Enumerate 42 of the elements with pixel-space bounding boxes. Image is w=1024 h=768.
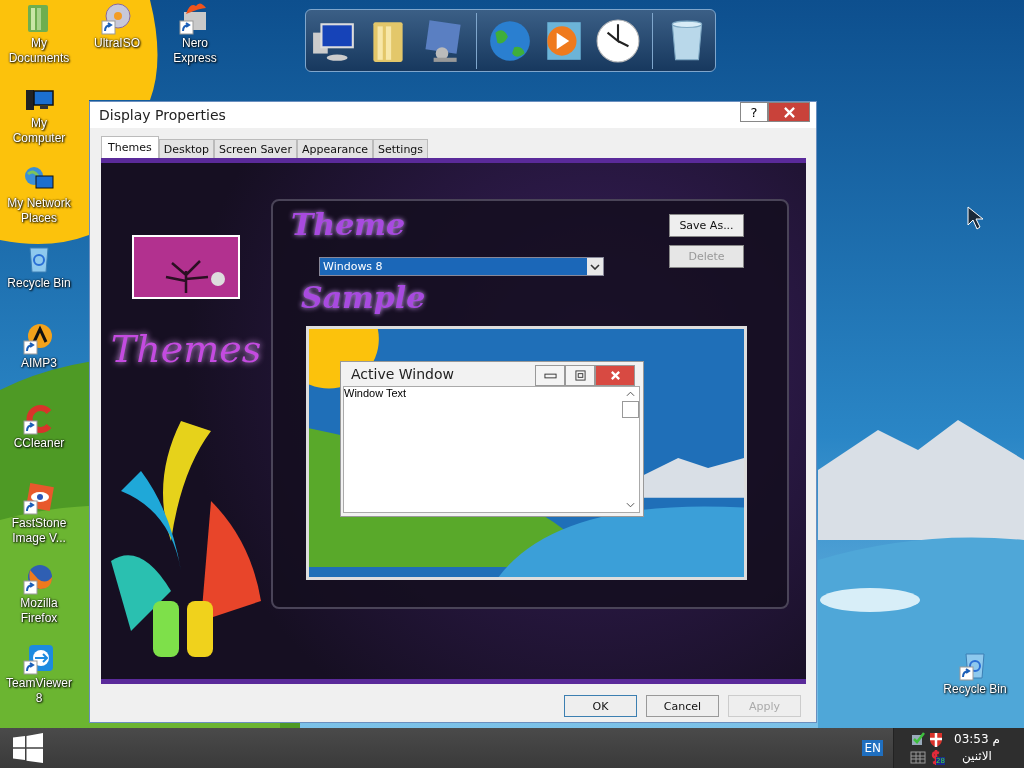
maximize-button[interactable] [565,365,595,386]
tab[interactable]: Screen Saver [214,139,297,158]
shield-icon[interactable] [928,731,944,747]
windows-logo-icon[interactable] [13,733,43,763]
tab[interactable]: Settings [372,139,429,158]
minimize-button[interactable] [535,365,565,386]
save-as-button[interactable]: Save As... [669,214,744,237]
desktop-icon-label[interactable]: CCleaner [13,436,65,451]
check-icon[interactable] [910,731,926,747]
window-title: Active Window [351,366,454,382]
window-title: Display Properties [99,107,226,123]
dialog-button[interactable]: OK [564,695,637,717]
chevron-up-icon[interactable] [625,391,635,397]
sample-label: Sample [301,279,427,317]
close-icon [609,370,621,381]
desktop-icon-label[interactable]: AIMP3 [21,356,57,371]
help-button[interactable]: ? [740,102,768,122]
clock-icon[interactable] [595,17,642,64]
close-icon [783,106,795,118]
scrollbar-thumb[interactable] [621,401,639,418]
desktop-icon-label[interactable]: Recycle Bin [939,682,1011,697]
close-button[interactable] [595,365,635,386]
clock-day[interactable]: الاثنين [961,748,992,765]
clock-time[interactable]: 03:53 م [954,731,1000,748]
desktop-icon-label[interactable]: Recycle Bin [7,276,71,291]
theme-label: Theme [291,206,407,244]
chevron-down-icon [590,263,600,270]
dialog-button[interactable]: Cancel [646,695,719,717]
minimize-icon [543,371,557,380]
tab[interactable]: Appearance [296,139,373,158]
cursor-icon [966,205,986,231]
tab[interactable]: Themes [101,136,159,158]
tab[interactable]: Desktop [158,139,215,158]
maximize-icon [574,370,586,381]
window-text: Window Text [344,387,408,401]
chevron-down-icon[interactable] [625,502,635,508]
keyboard-icon[interactable] [910,749,926,765]
art-title: Themes [110,326,262,373]
theme-dropdown[interactable]: Windows 8 [319,257,604,276]
desktop-icon-label[interactable]: Nero Express [159,36,231,66]
close-button[interactable] [768,102,810,122]
language-indicator[interactable]: EN [862,740,883,756]
